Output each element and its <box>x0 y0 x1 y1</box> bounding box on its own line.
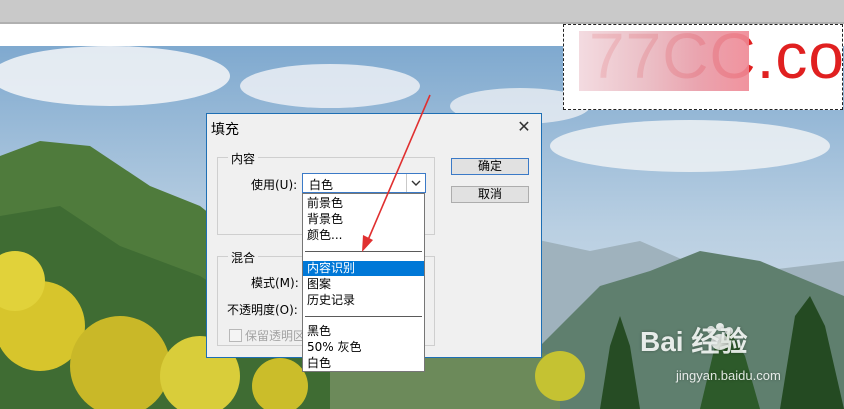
dropdown-separator <box>305 316 422 317</box>
dropdown-item-background[interactable]: 背景色 <box>303 212 424 227</box>
dropdown-item-gray[interactable]: 50% 灰色 <box>303 340 424 355</box>
dropdown-item-pattern[interactable]: 图案 <box>303 277 424 292</box>
dropdown-item-white[interactable]: 白色 <box>303 356 424 371</box>
dropdown-item-color[interactable]: 颜色... <box>303 228 424 243</box>
dropdown-item-foreground[interactable]: 前景色 <box>303 196 424 211</box>
dropdown-item-history[interactable]: 历史记录 <box>303 293 424 308</box>
blend-group-label: 混合 <box>228 249 259 266</box>
chevron-down-icon[interactable] <box>406 174 425 192</box>
cancel-button[interactable]: 取消 <box>451 186 529 203</box>
mode-label: 模式(M): <box>251 276 299 290</box>
watermark-brand: Bai 经验 <box>640 326 748 357</box>
preserve-transparency-checkbox[interactable] <box>229 329 242 342</box>
dropdown-item-content-aware[interactable]: 内容识别 <box>303 261 424 276</box>
content-group-label: 内容 <box>228 150 259 167</box>
ok-button[interactable]: 确定 <box>451 158 529 175</box>
dialog-title: 填充 <box>211 122 239 138</box>
use-select-value: 白色 <box>309 178 334 192</box>
opacity-label: 不透明度(O): <box>227 303 298 317</box>
use-label: 使用(U): <box>251 178 298 192</box>
close-icon[interactable]: ✕ <box>513 117 535 137</box>
use-dropdown-list: 前景色 背景色 颜色... 内容识别 图案 历史记录 黑色 50% 灰色 白色 <box>302 193 425 372</box>
dropdown-separator <box>305 251 422 252</box>
watermark-url: jingyan.baidu.com <box>676 368 781 383</box>
marquee-selection[interactable]: 77CC.com <box>563 24 843 110</box>
dropdown-item-black[interactable]: 黑色 <box>303 324 424 339</box>
use-select[interactable]: 白色 <box>302 173 426 193</box>
top-toolbar <box>0 0 844 22</box>
blurred-region <box>579 31 749 91</box>
